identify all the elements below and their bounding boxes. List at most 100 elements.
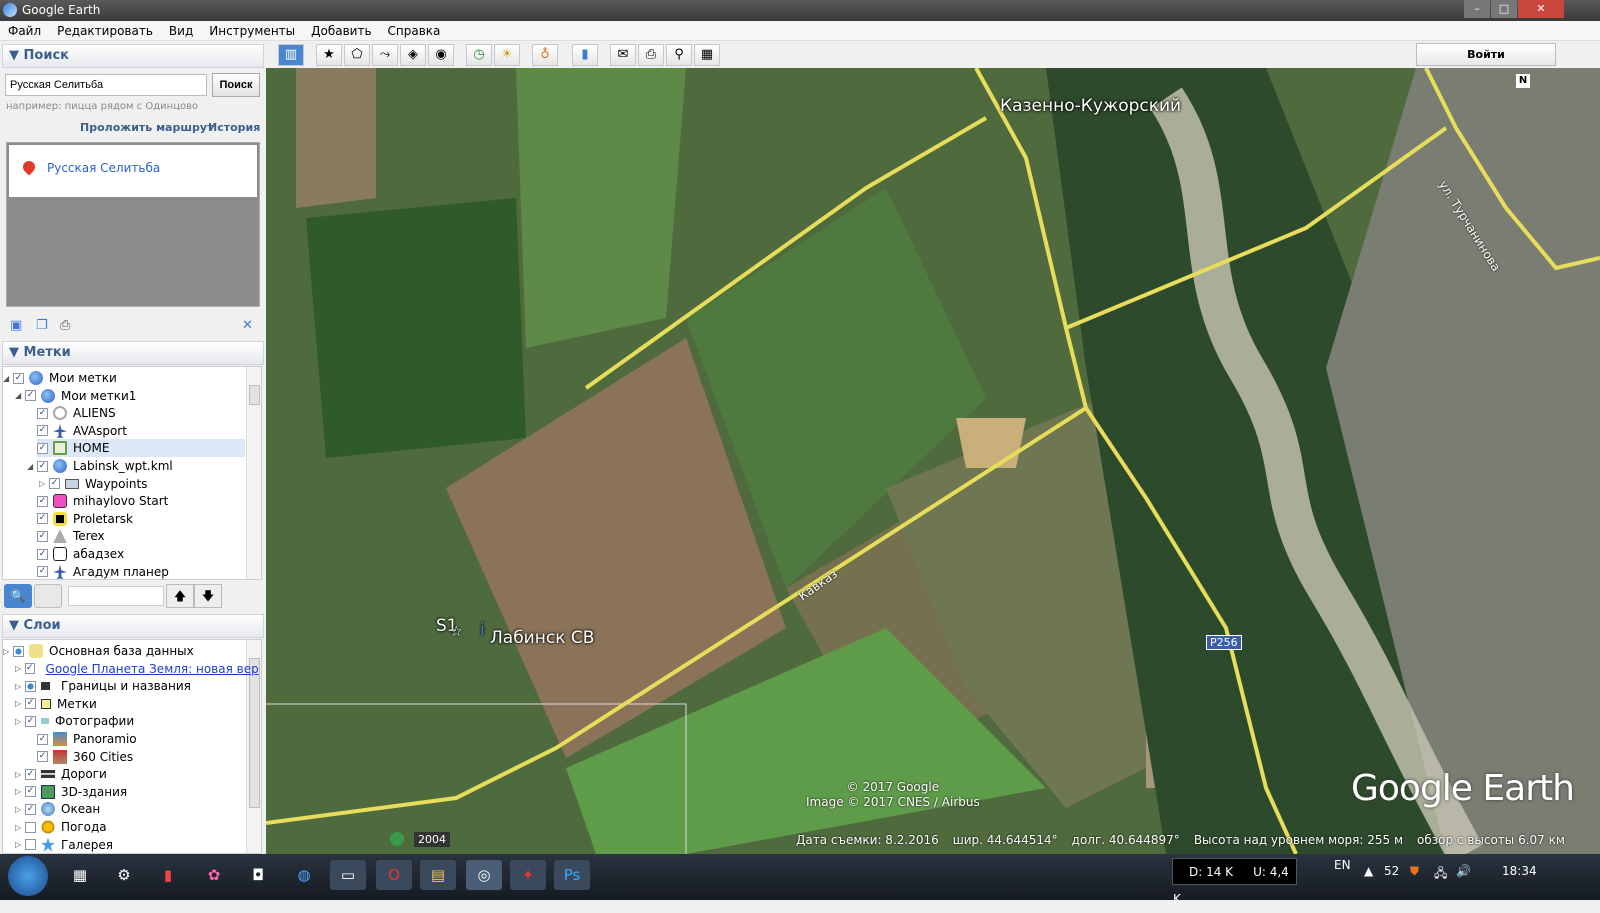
- tree-item[interactable]: ✓ Panoramio: [37, 730, 245, 748]
- checkbox[interactable]: ✓: [13, 372, 24, 384]
- sunlight-icon[interactable]: ☀: [494, 44, 520, 66]
- checkbox[interactable]: ✓: [37, 513, 48, 525]
- globe-app-icon[interactable]: ◍: [286, 860, 322, 890]
- start-button[interactable]: [8, 856, 48, 896]
- checkbox[interactable]: ✓: [25, 786, 36, 798]
- print-icon[interactable]: ⎙: [638, 44, 664, 66]
- expand-arrow-icon[interactable]: ▷: [15, 664, 21, 673]
- expand-arrow-icon[interactable]: ▷: [3, 647, 9, 656]
- history-link[interactable]: История: [208, 121, 260, 134]
- info-icon[interactable]: i: [480, 620, 485, 640]
- tree-item[interactable]: ✓ mihaylovo Start: [37, 492, 245, 510]
- network-icon[interactable]: 🖧: [1434, 864, 1447, 885]
- search-input[interactable]: [5, 74, 207, 96]
- tree-item[interactable]: ✓ AVAsport: [37, 422, 245, 440]
- places-panel-header[interactable]: ▼ Метки: [2, 341, 264, 365]
- settings-icon[interactable]: ⚙: [106, 860, 142, 890]
- checkbox[interactable]: ✓: [37, 733, 48, 745]
- checkbox[interactable]: ✓: [37, 442, 48, 454]
- tree-item[interactable]: ▷ ✓ Дороги: [15, 765, 245, 783]
- tree-item[interactable]: ✓ абадзех: [37, 545, 245, 563]
- menu-tools[interactable]: Инструменты: [201, 21, 303, 38]
- expand-arrow-icon[interactable]: ▷: [15, 770, 21, 779]
- checkbox[interactable]: ✓: [25, 715, 36, 727]
- google-earth-taskbar-icon[interactable]: ◎: [466, 860, 502, 890]
- search-places-button[interactable]: 🔍: [4, 584, 32, 608]
- add-placemark-icon[interactable]: ★: [316, 44, 342, 66]
- maximize-button[interactable]: □: [1491, 0, 1517, 18]
- collapse-arrow-icon[interactable]: ◢: [15, 391, 21, 400]
- tree-item[interactable]: ✓ Агадум планер: [37, 563, 245, 579]
- tree-item[interactable]: ▷ ✓ 3D-здания: [15, 783, 245, 801]
- tree-item[interactable]: ✓ ALIENS: [37, 404, 245, 422]
- search-panel-header[interactable]: ▼ Поиск: [2, 44, 264, 68]
- checkbox[interactable]: ✓: [37, 548, 48, 560]
- north-indicator[interactable]: N: [1516, 74, 1530, 88]
- game-app-icon[interactable]: ◘: [240, 860, 276, 890]
- add-polygon-icon[interactable]: ⬠: [344, 44, 370, 66]
- copy-icon[interactable]: ❐: [36, 318, 48, 333]
- calculator-icon[interactable]: ▦: [62, 860, 98, 890]
- tree-item[interactable]: ✓ Proletarsk: [37, 510, 245, 528]
- expand-arrow-icon[interactable]: ▷: [15, 823, 21, 832]
- expand-arrow-icon[interactable]: ▷: [15, 840, 21, 849]
- octopus-app-icon[interactable]: ✿: [196, 860, 232, 890]
- checkbox[interactable]: ✓: [37, 495, 48, 507]
- layers-panel-header[interactable]: ▼ Слои: [2, 614, 264, 638]
- move-up-button[interactable]: 🡅: [166, 584, 194, 608]
- places-filter-input[interactable]: [68, 586, 164, 606]
- tree-item[interactable]: ▷ Погода: [15, 818, 245, 836]
- menu-help[interactable]: Справка: [380, 21, 449, 38]
- checkbox[interactable]: ✓: [37, 407, 48, 419]
- tree-item[interactable]: ✓ HOME: [37, 439, 245, 458]
- sidebar-toggle-button[interactable]: [34, 584, 62, 608]
- menu-edit[interactable]: Редактировать: [49, 21, 161, 38]
- expand-arrow-icon[interactable]: ▷: [15, 787, 21, 796]
- checkbox[interactable]: ✓: [49, 478, 60, 490]
- checkbox[interactable]: ✓: [25, 663, 35, 675]
- expand-arrow-icon[interactable]: ▷: [15, 717, 21, 726]
- menu-view[interactable]: Вид: [161, 21, 201, 38]
- view-in-maps-icon[interactable]: ⚲: [666, 44, 692, 66]
- tree-item[interactable]: ◢ ✓ Мои метки: [3, 369, 245, 387]
- clock[interactable]: 18:34: [1502, 864, 1537, 878]
- checkbox[interactable]: [25, 680, 36, 692]
- tree-item[interactable]: ◢ ✓ Labinsk_wpt.kml: [27, 457, 245, 475]
- shield-icon[interactable]: ⛊: [1410, 864, 1419, 879]
- checkbox[interactable]: ✓: [37, 751, 48, 763]
- checkbox[interactable]: ✓: [37, 460, 48, 472]
- tree-item[interactable]: ▷ ✓ Метки: [15, 695, 245, 713]
- checkbox[interactable]: [13, 645, 24, 657]
- tree-item[interactable]: ✓ Terex: [37, 527, 245, 545]
- record-tour-icon[interactable]: ◉: [428, 44, 454, 66]
- tree-item[interactable]: ▷ ✓ Океан: [15, 800, 245, 818]
- collapse-arrow-icon[interactable]: ◢: [27, 462, 33, 471]
- tree-item[interactable]: ▷ Границы и названия: [15, 677, 245, 695]
- checkbox[interactable]: ✓: [25, 698, 36, 710]
- history-clock-icon[interactable]: [390, 832, 404, 846]
- checkbox[interactable]: ✓: [37, 425, 48, 437]
- checkbox[interactable]: [25, 839, 36, 851]
- search-button[interactable]: Поиск: [212, 73, 260, 97]
- add-overlay-icon[interactable]: ◈: [400, 44, 426, 66]
- checkbox[interactable]: ✓: [37, 566, 48, 578]
- expand-arrow-icon[interactable]: ▷: [39, 479, 45, 488]
- window-app-icon[interactable]: ▭: [330, 860, 366, 890]
- expand-arrow-icon[interactable]: ▷: [15, 699, 21, 708]
- map-view[interactable]: Казенно-Кужорский ул. Турчанинова Кавказ…: [266, 68, 1600, 854]
- route-link[interactable]: Проложить маршрут: [80, 121, 213, 134]
- checkbox[interactable]: ✓: [25, 390, 36, 402]
- expand-arrow-icon[interactable]: ▷: [15, 805, 21, 814]
- expand-arrow-icon[interactable]: ▷: [15, 682, 21, 691]
- app-icon[interactable]: ✦: [510, 860, 546, 890]
- search-result-item[interactable]: Русская Селитьба: [9, 145, 257, 197]
- save-image-icon[interactable]: ▦: [694, 44, 720, 66]
- menu-add[interactable]: Добавить: [303, 21, 379, 38]
- tree-item[interactable]: ◢ ✓ Мои метки1: [15, 387, 245, 405]
- place-label[interactable]: Лабинск СВ: [490, 628, 594, 648]
- print-icon[interactable]: ⎙: [60, 318, 70, 333]
- chart-app-icon[interactable]: ▮: [150, 860, 186, 890]
- close-button[interactable]: ✕: [1518, 0, 1564, 18]
- add-path-icon[interactable]: ⤳: [372, 44, 398, 66]
- checkbox[interactable]: [25, 821, 36, 833]
